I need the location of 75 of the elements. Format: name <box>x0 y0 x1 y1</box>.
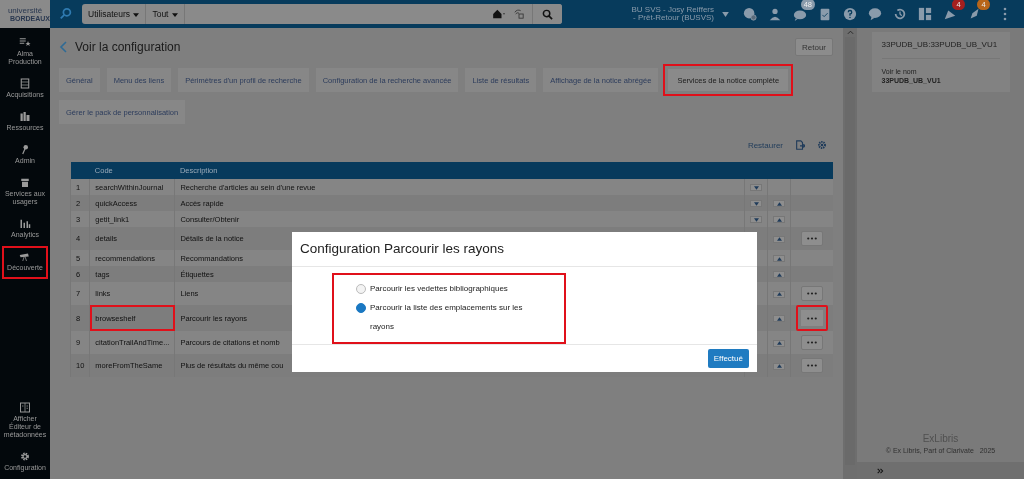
scrollbar[interactable] <box>843 28 857 479</box>
caret-up-icon <box>776 272 782 277</box>
settings-icon[interactable] <box>817 140 827 150</box>
clipboard-icon[interactable] <box>818 7 832 21</box>
telescope-icon <box>19 251 31 262</box>
scroll-up-icon[interactable] <box>846 30 854 35</box>
ellipsis-icon <box>807 237 817 240</box>
search-icon[interactable] <box>59 7 73 21</box>
caret-up-icon <box>776 364 782 368</box>
radio-button[interactable] <box>356 303 366 313</box>
caret-up-icon <box>776 237 782 241</box>
ellipsis-icon <box>807 316 817 320</box>
menu-icon[interactable] <box>1003 7 1007 21</box>
move-up-button[interactable] <box>773 255 785 262</box>
caret-up-icon <box>776 316 782 321</box>
option-label[interactable]: Parcourir les vedettes bibliographiques <box>370 279 540 298</box>
dialog-title: Configuration Parcourir les rayons <box>292 232 757 267</box>
caret-icon <box>171 12 178 17</box>
list-icon <box>19 37 31 48</box>
filter-dropdown[interactable]: Tout <box>146 4 185 24</box>
help-icon[interactable] <box>843 7 857 21</box>
user-menu[interactable]: BU SVS - Josy Reiffers - Prêt-Retour (BUSVS) <box>631 6 714 22</box>
move-down-button[interactable] <box>750 216 762 223</box>
done-button[interactable]: Effectué <box>707 349 749 368</box>
move-up-button[interactable] <box>773 200 785 207</box>
more-button[interactable] <box>801 231 823 246</box>
export-icon[interactable] <box>795 140 805 150</box>
move-up-button[interactable] <box>773 271 785 278</box>
caret-down-icon <box>753 185 759 190</box>
caret-down-icon <box>753 217 759 222</box>
editor-icon <box>19 402 31 413</box>
move-up-button[interactable] <box>773 290 785 298</box>
scope-dropdown[interactable]: Utilisateurs <box>82 4 147 24</box>
caret-up-icon <box>776 292 782 296</box>
caret-up-icon <box>776 217 782 222</box>
settings-icon <box>19 451 31 462</box>
key-icon <box>19 144 31 155</box>
radio-button[interactable] <box>356 284 366 294</box>
move-down-button[interactable] <box>750 200 762 207</box>
bar-chart-icon <box>19 218 31 229</box>
more-button[interactable] <box>801 335 823 350</box>
page-title: Voir la configuration <box>75 40 181 54</box>
more-button[interactable] <box>801 286 823 301</box>
restore-link[interactable]: Restaurer <box>747 140 783 150</box>
home-icon[interactable] <box>492 9 506 19</box>
caret-icon[interactable] <box>722 11 729 17</box>
option-label[interactable]: Parcourir la liste des emplacements sur les rayons <box>370 298 540 336</box>
speech-bubble-icon[interactable] <box>868 7 882 21</box>
scan-icon[interactable] <box>512 9 526 19</box>
grid-icon[interactable] <box>918 7 932 21</box>
caret-up-icon <box>776 256 782 261</box>
archive-icon <box>19 177 31 188</box>
ledger-icon <box>19 78 31 89</box>
move-up-button[interactable] <box>773 362 785 370</box>
books-icon <box>19 111 31 122</box>
view-code: 33PUDB_UB:33PUDB_UB_VU1 <box>881 40 1000 59</box>
move-up-button[interactable] <box>773 315 785 322</box>
move-up-button[interactable] <box>773 216 785 223</box>
search-button[interactable] <box>532 4 562 24</box>
return-button[interactable]: Retour <box>795 38 833 56</box>
ellipsis-icon <box>807 364 817 367</box>
ellipsis-icon <box>807 292 817 295</box>
history-icon[interactable] <box>893 7 907 21</box>
caret-down-icon <box>753 201 759 206</box>
expand-icon[interactable] <box>877 467 884 474</box>
ellipsis-icon <box>807 341 817 344</box>
caret-up-icon <box>776 341 782 345</box>
search-icon <box>542 8 553 20</box>
move-up-button[interactable] <box>773 235 785 243</box>
move-up-button[interactable] <box>773 339 785 347</box>
person-icon[interactable] <box>768 7 782 21</box>
more-button[interactable] <box>801 358 823 373</box>
caret-icon <box>133 12 140 17</box>
move-down-button[interactable] <box>750 184 762 191</box>
caret-up-icon <box>776 201 782 206</box>
